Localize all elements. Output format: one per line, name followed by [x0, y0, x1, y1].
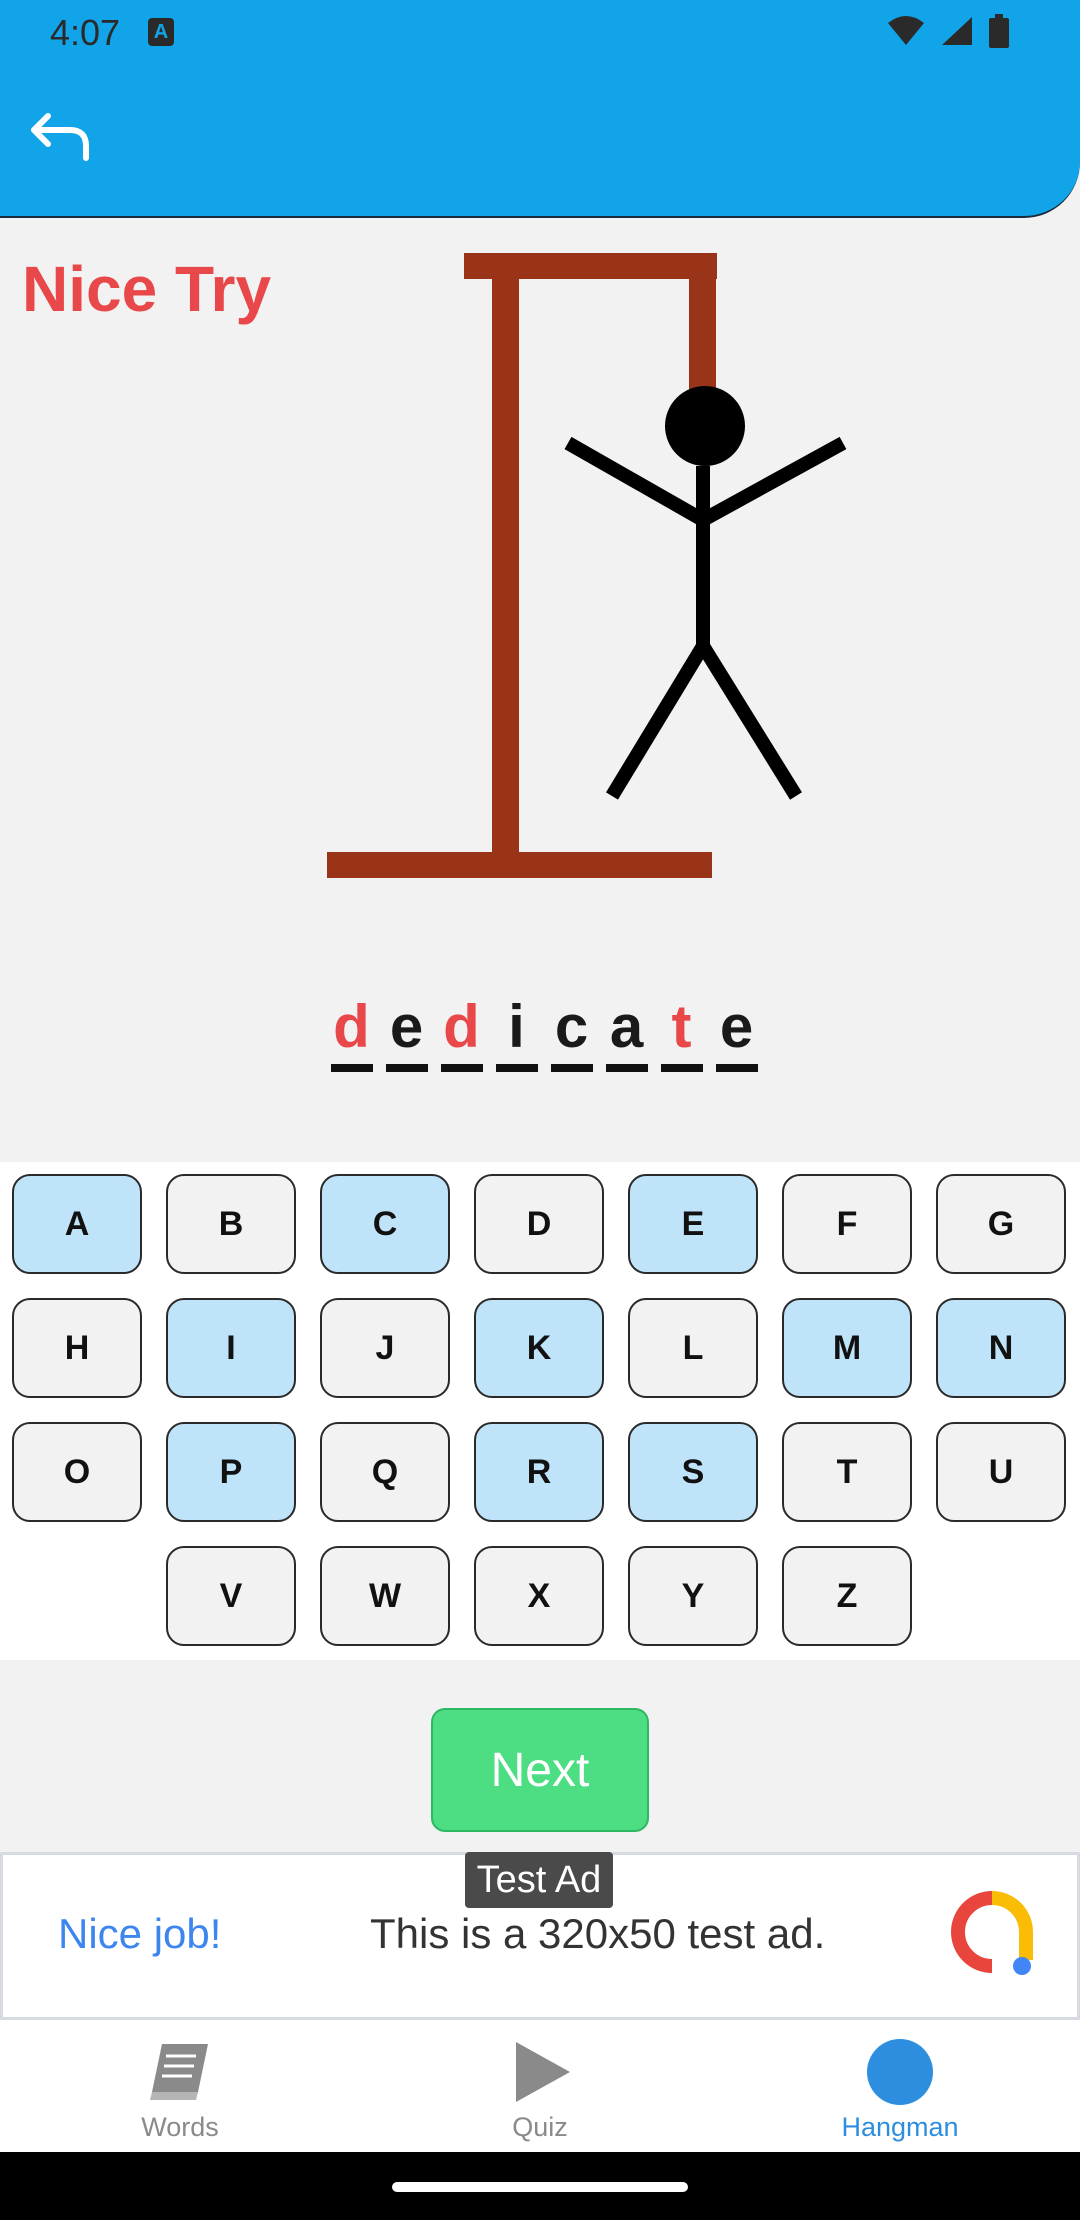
- test-ad-badge: Test Ad: [465, 1852, 613, 1908]
- word-letter-slot: d: [330, 990, 373, 1072]
- key-n[interactable]: N: [936, 1298, 1066, 1398]
- key-d[interactable]: D: [474, 1174, 604, 1274]
- back-button[interactable]: [26, 102, 96, 172]
- nav-quiz-label: Quiz: [512, 2112, 568, 2142]
- wifi-icon: [888, 16, 924, 45]
- word-letter-slot: e: [715, 990, 758, 1072]
- letter-underline: [660, 1064, 703, 1072]
- key-s[interactable]: S: [628, 1422, 758, 1522]
- nav-words-label: Words: [141, 2112, 219, 2142]
- next-button[interactable]: Next: [431, 1708, 649, 1832]
- key-p[interactable]: P: [166, 1422, 296, 1522]
- key-g[interactable]: G: [936, 1174, 1066, 1274]
- key-a[interactable]: A: [12, 1174, 142, 1274]
- ad-body: This is a 320x50 test ad.: [370, 1910, 826, 1957]
- key-z[interactable]: Z: [782, 1546, 912, 1646]
- key-l[interactable]: L: [628, 1298, 758, 1398]
- word-letter: i: [508, 993, 525, 1060]
- word-letter-slot: c: [550, 990, 593, 1072]
- letter-underline: [330, 1064, 373, 1072]
- home-gesture-handle[interactable]: [392, 2182, 688, 2192]
- letter-underline: [550, 1064, 593, 1072]
- letter-underline: [715, 1064, 758, 1072]
- letter-underline: [440, 1064, 483, 1072]
- key-j[interactable]: J: [320, 1298, 450, 1398]
- key-t[interactable]: T: [782, 1422, 912, 1522]
- nav-quiz[interactable]: Quiz: [360, 2020, 720, 2152]
- word-letter: d: [333, 993, 370, 1060]
- word-letter-slot: t: [660, 990, 703, 1072]
- word-letter: a: [609, 993, 644, 1060]
- word-letter: e: [389, 993, 424, 1060]
- gallows-frame: [327, 253, 717, 878]
- word-letter: e: [719, 993, 754, 1060]
- letter-underline: [605, 1064, 648, 1072]
- book-icon: [150, 2044, 208, 2100]
- nav-words[interactable]: Words: [0, 2020, 360, 2152]
- battery-icon: [989, 14, 1009, 48]
- admob-logo-icon: [951, 1891, 1033, 1975]
- signal-icon: [942, 17, 972, 45]
- word-letter: t: [671, 993, 692, 1060]
- key-f[interactable]: F: [782, 1174, 912, 1274]
- letter-underline: [385, 1064, 428, 1072]
- status-bar: 4:07 A: [0, 0, 1080, 66]
- app-notification-icon: A: [148, 18, 174, 46]
- hangman-drawing: [327, 253, 847, 878]
- nav-hangman[interactable]: Hangman: [720, 2020, 1080, 2152]
- bottom-navigation: Words Quiz Hangman: [0, 2020, 1080, 2152]
- key-e[interactable]: E: [628, 1174, 758, 1274]
- key-m[interactable]: M: [782, 1298, 912, 1398]
- status-icons: [886, 14, 1010, 48]
- play-icon: [516, 2042, 570, 2102]
- key-b[interactable]: B: [166, 1174, 296, 1274]
- nav-hangman-label: Hangman: [841, 2112, 959, 2142]
- word-letter-slot: a: [605, 990, 648, 1072]
- word-letter-slot: d: [440, 990, 483, 1072]
- key-q[interactable]: Q: [320, 1422, 450, 1522]
- key-y[interactable]: Y: [628, 1546, 758, 1646]
- key-x[interactable]: X: [474, 1546, 604, 1646]
- word-letter-slot: e: [385, 990, 428, 1072]
- key-w[interactable]: W: [320, 1546, 450, 1646]
- status-time: 4:07: [50, 12, 121, 53]
- key-c[interactable]: C: [320, 1174, 450, 1274]
- key-v[interactable]: V: [166, 1546, 296, 1646]
- circle-icon: [867, 2039, 933, 2105]
- key-k[interactable]: K: [474, 1298, 604, 1398]
- undo-arrow-icon: [31, 113, 89, 161]
- app-bar: [0, 66, 1080, 218]
- word-letter-slot: i: [495, 990, 538, 1072]
- stick-figure: [564, 386, 847, 800]
- word-display: dedicate: [0, 990, 1080, 1072]
- key-u[interactable]: U: [936, 1422, 1066, 1522]
- word-letter: d: [443, 993, 480, 1060]
- key-r[interactable]: R: [474, 1422, 604, 1522]
- letter-underline: [495, 1064, 538, 1072]
- key-h[interactable]: H: [12, 1298, 142, 1398]
- letter-keyboard: ABCDEFG HIJKLMN OPQRSTU VWXYZ: [0, 1162, 1080, 1660]
- word-letter: c: [554, 993, 589, 1060]
- key-o[interactable]: O: [12, 1422, 142, 1522]
- ad-headline[interactable]: Nice job!: [58, 1910, 221, 1958]
- key-i[interactable]: I: [166, 1298, 296, 1398]
